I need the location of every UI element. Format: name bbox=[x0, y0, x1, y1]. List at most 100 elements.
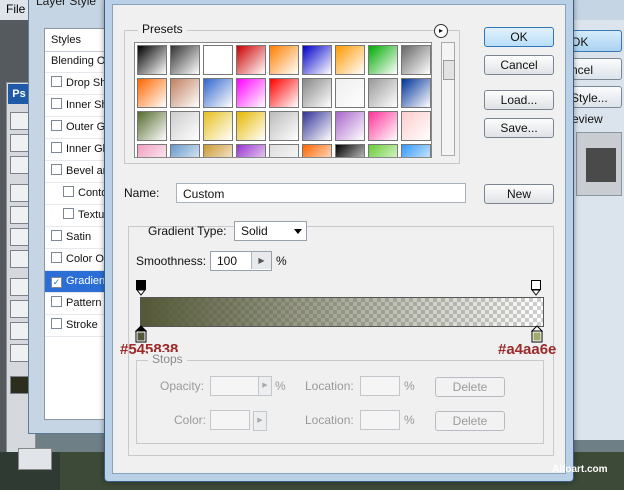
hand-tool-icon[interactable] bbox=[10, 344, 30, 362]
color-location-input[interactable] bbox=[360, 410, 400, 430]
move-tool-icon[interactable] bbox=[10, 278, 30, 296]
layer-style-ok-button[interactable]: OK bbox=[566, 30, 622, 52]
checkbox[interactable] bbox=[51, 252, 62, 263]
lasso-tool-icon[interactable] bbox=[10, 134, 30, 152]
preset-swatch[interactable] bbox=[170, 45, 200, 75]
checkbox[interactable] bbox=[51, 120, 62, 131]
style-item-inner-glow[interactable]: Inner Glow bbox=[45, 139, 109, 161]
preset-swatch[interactable] bbox=[368, 45, 398, 75]
opacity-delete-button[interactable]: Delete bbox=[435, 377, 505, 397]
checkbox[interactable] bbox=[51, 164, 62, 175]
preset-swatch[interactable] bbox=[401, 78, 431, 108]
preset-swatch[interactable] bbox=[203, 45, 233, 75]
preset-swatch[interactable] bbox=[401, 45, 431, 75]
foreground-color-icon[interactable] bbox=[10, 376, 30, 394]
preset-swatch[interactable] bbox=[368, 111, 398, 141]
preset-swatch[interactable] bbox=[335, 45, 365, 75]
chevron-down-icon[interactable] bbox=[294, 229, 302, 234]
style-item-satin[interactable]: Satin bbox=[45, 227, 109, 249]
preset-swatch[interactable] bbox=[137, 78, 167, 108]
opacity-location-input[interactable] bbox=[360, 376, 400, 396]
preset-scroll-thumb[interactable] bbox=[443, 60, 455, 80]
name-input[interactable]: Custom bbox=[176, 183, 466, 203]
style-item-contour[interactable]: Contour bbox=[45, 183, 109, 205]
marquee-tool-icon[interactable] bbox=[10, 112, 30, 130]
color-arrow-icon[interactable]: ▶ bbox=[253, 411, 267, 431]
style-item-gradient-overlay[interactable]: ✓ Gradient Overlay bbox=[45, 271, 109, 293]
checkbox[interactable] bbox=[51, 76, 62, 87]
preset-swatch[interactable] bbox=[335, 144, 365, 157]
color-delete-button[interactable]: Delete bbox=[435, 411, 505, 431]
preset-swatch[interactable] bbox=[170, 144, 200, 157]
preset-swatch[interactable] bbox=[170, 78, 200, 108]
preset-swatch[interactable] bbox=[335, 111, 365, 141]
style-item-pattern-overlay[interactable]: Pattern Overlay bbox=[45, 293, 109, 315]
preset-swatch[interactable] bbox=[203, 144, 233, 157]
preset-swatch[interactable] bbox=[236, 111, 266, 141]
preset-swatch[interactable] bbox=[368, 78, 398, 108]
opacity-stop-right[interactable] bbox=[531, 280, 541, 296]
preset-swatch[interactable] bbox=[269, 111, 299, 141]
preset-swatch[interactable] bbox=[269, 78, 299, 108]
checkbox[interactable] bbox=[51, 318, 62, 329]
cancel-button[interactable]: Cancel bbox=[484, 55, 554, 75]
preset-swatch[interactable] bbox=[302, 78, 332, 108]
checkbox[interactable] bbox=[51, 142, 62, 153]
style-item-inner-shadow[interactable]: Inner Shadow bbox=[45, 95, 109, 117]
checkbox[interactable] bbox=[51, 98, 62, 109]
pen-tool-icon[interactable] bbox=[10, 300, 30, 318]
healing-tool-icon[interactable] bbox=[10, 184, 30, 202]
preset-swatch[interactable] bbox=[302, 111, 332, 141]
style-item-stroke[interactable]: Stroke bbox=[45, 315, 109, 337]
smoothness-slider-arrow-icon[interactable]: ▶ bbox=[251, 252, 271, 269]
presets-menu-icon[interactable]: ▸ bbox=[434, 24, 448, 38]
preset-swatch[interactable] bbox=[335, 78, 365, 108]
checkbox[interactable]: ✓ bbox=[51, 277, 62, 288]
preset-swatch[interactable] bbox=[137, 45, 167, 75]
checkbox[interactable] bbox=[63, 186, 74, 197]
checkbox[interactable] bbox=[63, 208, 74, 219]
style-item-texture[interactable]: Texture bbox=[45, 205, 109, 227]
preset-swatch[interactable] bbox=[137, 111, 167, 141]
preset-swatch[interactable] bbox=[302, 144, 332, 157]
smoothness-unit: % bbox=[276, 254, 287, 268]
load-button[interactable]: Load... bbox=[484, 90, 554, 110]
eraser-tool-icon[interactable] bbox=[10, 228, 30, 246]
preset-swatch[interactable] bbox=[269, 144, 299, 157]
gradient-preview-bar[interactable] bbox=[140, 297, 544, 327]
style-item-outer-glow[interactable]: Outer Glow bbox=[45, 117, 109, 139]
menu-file[interactable]: File bbox=[0, 0, 31, 22]
style-item-color-overlay[interactable]: Color Overlay bbox=[45, 249, 109, 271]
brush-tool-icon[interactable] bbox=[10, 206, 30, 224]
preset-swatch[interactable] bbox=[401, 111, 431, 141]
layer-style-cancel-button[interactable]: ncel bbox=[566, 58, 622, 80]
save-button[interactable]: Save... bbox=[484, 118, 554, 138]
preset-swatch[interactable] bbox=[170, 111, 200, 141]
preset-swatch[interactable] bbox=[302, 45, 332, 75]
crop-tool-icon[interactable] bbox=[10, 156, 30, 174]
preset-swatch[interactable] bbox=[203, 111, 233, 141]
preset-grid bbox=[134, 42, 432, 158]
preset-swatch[interactable] bbox=[236, 45, 266, 75]
style-item-label: Stroke bbox=[66, 319, 98, 331]
color-swatch[interactable] bbox=[210, 410, 250, 430]
new-button[interactable]: New bbox=[484, 184, 554, 204]
preset-swatch[interactable] bbox=[203, 78, 233, 108]
opacity-arrow-icon[interactable]: ▶ bbox=[258, 377, 271, 395]
style-item-bevel-and-emboss[interactable]: Bevel and Emboss bbox=[45, 161, 109, 183]
preset-swatch[interactable] bbox=[236, 144, 266, 157]
ok-button[interactable]: OK bbox=[484, 27, 554, 47]
checkbox[interactable] bbox=[51, 296, 62, 307]
checkbox[interactable] bbox=[51, 230, 62, 241]
blur-tool-icon[interactable] bbox=[10, 250, 30, 268]
preset-swatch[interactable] bbox=[368, 144, 398, 157]
preset-swatch[interactable] bbox=[269, 45, 299, 75]
preset-swatch[interactable] bbox=[137, 144, 167, 157]
notes-tool-icon[interactable] bbox=[10, 322, 30, 340]
opacity-stop-left[interactable] bbox=[136, 280, 146, 296]
layer-style-new-style-button[interactable]: Style... bbox=[566, 86, 622, 108]
screen-mode-icon[interactable] bbox=[18, 448, 52, 470]
preset-swatch[interactable] bbox=[401, 144, 431, 157]
style-item-drop-shadow[interactable]: Drop Shadow bbox=[45, 73, 109, 95]
preset-swatch[interactable] bbox=[236, 78, 266, 108]
